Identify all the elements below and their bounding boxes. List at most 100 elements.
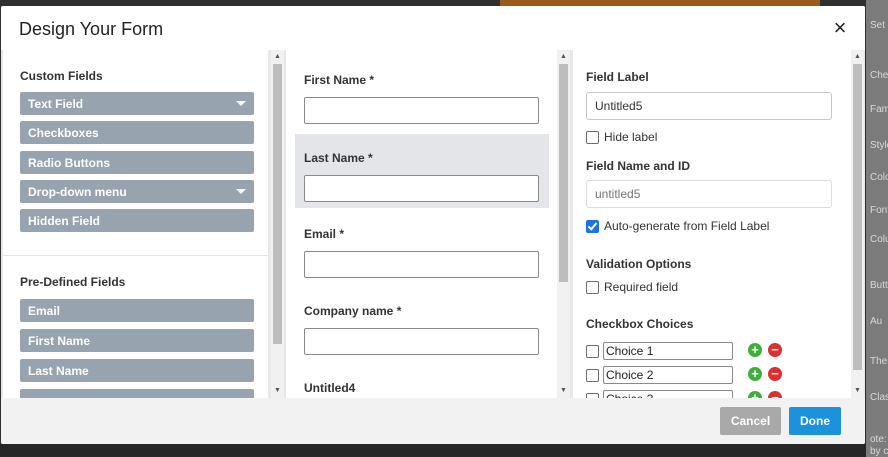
- predefined-field-email[interactable]: Email: [20, 299, 254, 322]
- caret-down-icon[interactable]: [236, 101, 246, 106]
- modal-body: Custom Fields Text Field Checkboxes Radi…: [1, 50, 865, 398]
- fields-panel: Custom Fields Text Field Checkboxes Radi…: [3, 50, 268, 398]
- preview-input[interactable]: [304, 97, 539, 124]
- design-form-modal: Design Your Form × Custom Fields Text Fi…: [1, 6, 865, 444]
- background-right-panel: Set C Check Family Style Color Font S Colum But…: [866, 0, 888, 457]
- scroll-up-icon[interactable]: ▲: [851, 52, 864, 62]
- add-choice-icon[interactable]: +: [748, 367, 762, 381]
- modal-title: Design Your Form: [19, 19, 164, 39]
- autogenerate-text: Auto-generate from Field Label: [604, 219, 770, 233]
- hide-label-text: Hide label: [604, 130, 658, 144]
- add-choice-icon[interactable]: +: [748, 391, 762, 398]
- choice-checkbox[interactable]: [586, 345, 599, 358]
- scroll-down-icon[interactable]: ▼: [851, 386, 864, 396]
- autogenerate-checkbox[interactable]: [586, 220, 599, 233]
- preview-panel-scrollbar[interactable]: ▲ ▼: [557, 50, 570, 398]
- custom-field-text[interactable]: Text Field: [20, 92, 254, 115]
- background-text-fragment: Theme: [870, 356, 888, 367]
- choice-checkbox[interactable]: [586, 369, 599, 382]
- custom-field-label: Drop-down menu: [28, 185, 127, 199]
- done-button[interactable]: Done: [789, 407, 841, 435]
- remove-choice-icon[interactable]: −: [768, 391, 782, 398]
- modal-header: Design Your Form ×: [1, 6, 865, 50]
- custom-field-dropdown[interactable]: Drop-down menu: [20, 180, 254, 203]
- choice-row: + −: [586, 342, 786, 360]
- preview-field[interactable]: First Name *: [295, 56, 549, 130]
- preview-field[interactable]: Company name *: [295, 287, 549, 361]
- fields-panel-scrollbar[interactable]: ▲ ▼: [271, 50, 284, 398]
- field-properties-panel: Field Label Hide label Field Name and ID…: [573, 50, 851, 398]
- custom-fields-title: Custom Fields: [20, 69, 103, 83]
- scroll-up-icon[interactable]: ▲: [557, 52, 570, 62]
- validation-title: Validation Options: [586, 257, 692, 271]
- preview-input[interactable]: [304, 251, 539, 278]
- preview-field-label: Email *: [304, 227, 345, 241]
- background-text-fragment: Check: [870, 70, 888, 81]
- predefined-field-first-name[interactable]: First Name: [20, 329, 254, 352]
- preview-field-label: First Name *: [304, 73, 375, 87]
- custom-field-hidden[interactable]: Hidden Field: [20, 209, 254, 232]
- checkbox-choices-title: Checkbox Choices: [586, 317, 694, 331]
- background-text-fragment: Color: [870, 172, 888, 183]
- custom-field-label: Text Field: [28, 97, 84, 111]
- remove-choice-icon[interactable]: −: [768, 343, 782, 357]
- background-text-fragment: Font S: [870, 205, 888, 216]
- close-icon[interactable]: ×: [829, 17, 851, 40]
- scrollbar-thumb[interactable]: [273, 64, 282, 344]
- hide-label-checkbox[interactable]: [586, 131, 599, 144]
- modal-footer: Cancel Done: [1, 398, 865, 444]
- custom-field-radio[interactable]: Radio Buttons: [20, 151, 254, 174]
- preview-input[interactable]: [304, 175, 539, 202]
- scrollbar-thumb[interactable]: [853, 64, 862, 370]
- custom-field-checkboxes[interactable]: Checkboxes: [20, 121, 254, 144]
- scroll-down-icon[interactable]: ▼: [271, 386, 284, 396]
- scroll-down-icon[interactable]: ▼: [557, 386, 570, 396]
- background-text-fragment: by cli: [870, 446, 888, 457]
- scrollbar-thumb[interactable]: [559, 64, 568, 282]
- field-name-input[interactable]: [586, 180, 832, 208]
- field-name-title: Field Name and ID: [586, 159, 691, 173]
- choice-row: + −: [586, 390, 786, 398]
- properties-panel-scrollbar[interactable]: ▲ ▼: [851, 50, 864, 398]
- preview-input[interactable]: [304, 328, 539, 355]
- field-label-title: Field Label: [586, 70, 649, 84]
- choice-input[interactable]: [603, 342, 733, 360]
- preview-field-selected[interactable]: Last Name *: [295, 134, 549, 208]
- required-field-text: Required field: [604, 280, 679, 294]
- predefined-field-next[interactable]: [20, 389, 254, 398]
- form-preview-panel: First Name * Last Name * Email * Company…: [286, 50, 557, 398]
- remove-choice-icon[interactable]: −: [768, 367, 782, 381]
- background-bottom-strip: [0, 444, 866, 457]
- predefined-field-last-name[interactable]: Last Name: [20, 359, 254, 382]
- preview-field-label: Last Name *: [304, 151, 373, 165]
- preview-field[interactable]: Untitled4: [295, 364, 549, 398]
- choice-input[interactable]: [603, 366, 733, 384]
- custom-field-label: Checkboxes: [28, 126, 99, 140]
- custom-field-label: Radio Buttons: [28, 156, 110, 170]
- choice-input[interactable]: [603, 390, 733, 398]
- background-text-fragment: Family: [870, 104, 888, 115]
- background-text-fragment: Class: [870, 392, 888, 403]
- required-field-checkbox[interactable]: [586, 281, 599, 294]
- panel-divider: [3, 255, 268, 256]
- background-text-fragment: Colum: [870, 234, 888, 245]
- scroll-up-icon[interactable]: ▲: [271, 52, 284, 62]
- preview-field[interactable]: Email *: [295, 210, 549, 284]
- cancel-button[interactable]: Cancel: [720, 407, 781, 435]
- predefined-field-label: Email: [28, 304, 61, 318]
- field-label-input[interactable]: [586, 92, 832, 120]
- predefined-field-label: First Name: [28, 334, 91, 348]
- predefined-field-label: Last Name: [28, 364, 89, 378]
- caret-down-icon[interactable]: [236, 189, 246, 194]
- background-text-fragment: Au: [870, 316, 883, 327]
- preview-field-label: Untitled4: [304, 381, 356, 395]
- add-choice-icon[interactable]: +: [748, 343, 762, 357]
- preview-field-label: Company name *: [304, 304, 402, 318]
- background-text-fragment: ote: y: [870, 434, 888, 445]
- background-text-fragment: Set C: [870, 20, 888, 31]
- choice-row: + −: [586, 366, 786, 384]
- background-text-fragment: Style: [870, 140, 888, 151]
- predefined-fields-title: Pre-Defined Fields: [20, 275, 126, 289]
- custom-field-label: Hidden Field: [28, 214, 100, 228]
- background-text-fragment: Button: [870, 280, 888, 291]
